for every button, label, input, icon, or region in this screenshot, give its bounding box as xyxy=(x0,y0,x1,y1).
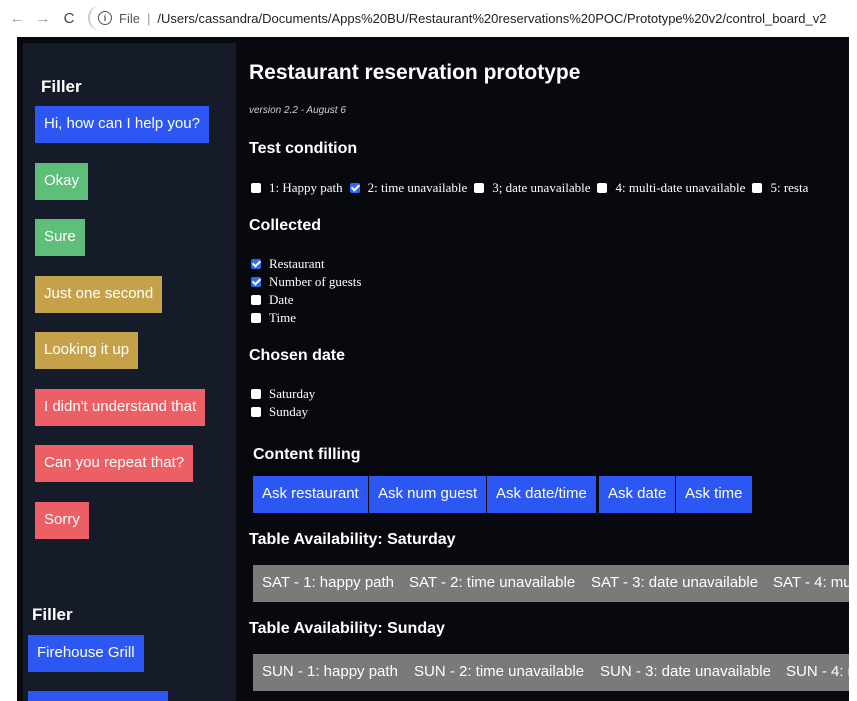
filler-button-one-second[interactable]: Just one second xyxy=(35,276,163,313)
collected-item-date[interactable]: Date xyxy=(251,291,361,309)
restaurant-button-second[interactable] xyxy=(28,691,168,701)
address-bar[interactable]: i File | /Users/cassandra/Documents/Apps… xyxy=(88,5,826,31)
filler-button-repeat[interactable]: Can you repeat that? xyxy=(35,445,194,482)
saturday-availability-heading: Table Availability: Saturday xyxy=(249,531,456,548)
address-separator: | xyxy=(146,10,151,26)
ask-time-button[interactable]: Ask time xyxy=(676,476,752,513)
sat-date-unavailable-button[interactable]: SAT - 3: date unavailable xyxy=(582,565,768,602)
checkbox-unchecked[interactable] xyxy=(597,183,608,193)
checkbox-checked[interactable] xyxy=(349,183,360,193)
chosen-date-heading: Chosen date xyxy=(249,347,346,364)
collected-item-time[interactable]: Time xyxy=(251,309,361,327)
url-text[interactable]: /Users/cassandra/Documents/Apps%20BU/Res… xyxy=(157,11,826,26)
sun-happy-path-button[interactable]: SUN - 1: happy path xyxy=(253,654,407,691)
checkbox-checked[interactable] xyxy=(251,277,261,287)
checkbox-unchecked[interactable] xyxy=(251,407,261,417)
sat-time-unavailable-button[interactable]: SAT - 2: time unavailable xyxy=(400,565,585,602)
version-text: version 2.2 - August 6 xyxy=(249,105,346,116)
checkbox-unchecked[interactable] xyxy=(752,183,763,193)
collected-item-restaurant[interactable]: Restaurant xyxy=(251,255,361,273)
test-condition-options: 1: Happy path 2: time unavailable 3; dat… xyxy=(251,180,815,196)
browser-toolbar: ← → C i File | /Users/cassandra/Document… xyxy=(0,0,857,36)
sat-happy-path-button[interactable]: SAT - 1: happy path xyxy=(253,565,404,602)
collected-heading: Collected xyxy=(249,217,322,234)
main-panel: Restaurant reservation prototype version… xyxy=(249,37,849,701)
reload-icon[interactable]: C xyxy=(60,10,78,27)
test-condition-option-1[interactable]: 1: Happy path xyxy=(251,180,343,196)
sat-multi-date-button[interactable]: SAT - 4: mul xyxy=(764,565,849,602)
chosen-date-list: Saturday Sunday xyxy=(251,385,315,421)
test-condition-option-5[interactable]: 5: resta xyxy=(752,180,808,196)
sun-time-unavailable-button[interactable]: SUN - 2: time unavailable xyxy=(405,654,594,691)
collected-item-guests[interactable]: Number of guests xyxy=(251,273,361,291)
test-condition-option-3[interactable]: 3; date unavailable xyxy=(474,180,590,196)
ask-restaurant-button[interactable]: Ask restaurant xyxy=(253,476,368,513)
filler-button-didnt-understand[interactable]: I didn't understand that xyxy=(35,389,206,426)
ask-num-guest-button[interactable]: Ask num guest xyxy=(369,476,487,513)
filler-button-greeting[interactable]: Hi, how can I help you? xyxy=(35,106,209,143)
filler-button-okay[interactable]: Okay xyxy=(35,163,89,200)
checkbox-unchecked[interactable] xyxy=(474,183,485,193)
sun-date-unavailable-button[interactable]: SUN - 3: date unavailable xyxy=(591,654,780,691)
filler-sidebar: Filler Hi, how can I help you? Okay Sure… xyxy=(23,43,236,701)
sunday-availability-heading: Table Availability: Sunday xyxy=(249,620,445,637)
collected-list: Restaurant Number of guests Date Time xyxy=(251,255,361,327)
app-window: Filler Hi, how can I help you? Okay Sure… xyxy=(17,37,849,701)
forward-arrow-icon[interactable]: → xyxy=(34,10,52,27)
checkbox-unchecked[interactable] xyxy=(251,313,261,323)
ask-date-button[interactable]: Ask date xyxy=(599,476,676,513)
checkbox-unchecked[interactable] xyxy=(251,389,261,399)
ask-date-time-button[interactable]: Ask date/time xyxy=(487,476,596,513)
chosen-date-sunday[interactable]: Sunday xyxy=(251,403,315,421)
filler-heading-restaurants: Filler xyxy=(32,605,73,624)
filler-heading: Filler xyxy=(41,77,82,96)
page-title: Restaurant reservation prototype xyxy=(249,61,581,84)
checkbox-checked[interactable] xyxy=(251,259,261,269)
restaurant-button-firehouse-grill[interactable]: Firehouse Grill xyxy=(28,635,144,672)
checkbox-unchecked[interactable] xyxy=(251,295,261,305)
content-filling-heading: Content filling xyxy=(253,446,361,463)
file-label: File xyxy=(119,10,140,26)
filler-button-looking-up[interactable]: Looking it up xyxy=(35,332,139,369)
test-condition-option-4[interactable]: 4: multi-date unavailable xyxy=(597,180,745,196)
checkbox-unchecked[interactable] xyxy=(251,183,261,193)
test-condition-option-2[interactable]: 2: time unavailable xyxy=(349,180,467,196)
filler-button-sure[interactable]: Sure xyxy=(35,219,85,256)
chosen-date-saturday[interactable]: Saturday xyxy=(251,385,315,403)
info-icon[interactable]: i xyxy=(98,11,112,25)
back-arrow-icon[interactable]: ← xyxy=(8,10,26,27)
filler-button-sorry[interactable]: Sorry xyxy=(35,502,89,539)
sun-multi-date-button[interactable]: SUN - 4: m xyxy=(777,654,849,691)
test-condition-heading: Test condition xyxy=(249,140,358,157)
